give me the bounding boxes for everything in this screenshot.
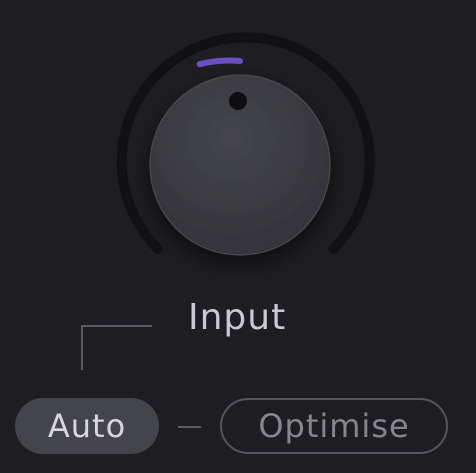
optimise-button[interactable]: Optimise (220, 398, 448, 454)
bracket-line (81, 325, 152, 370)
input-panel: Input Auto Optimise (0, 0, 476, 473)
knob-indicator-dot (229, 92, 247, 110)
input-knob[interactable] (0, 0, 476, 300)
auto-button[interactable]: Auto (15, 398, 159, 454)
knob-value-arc (196, 57, 243, 68)
